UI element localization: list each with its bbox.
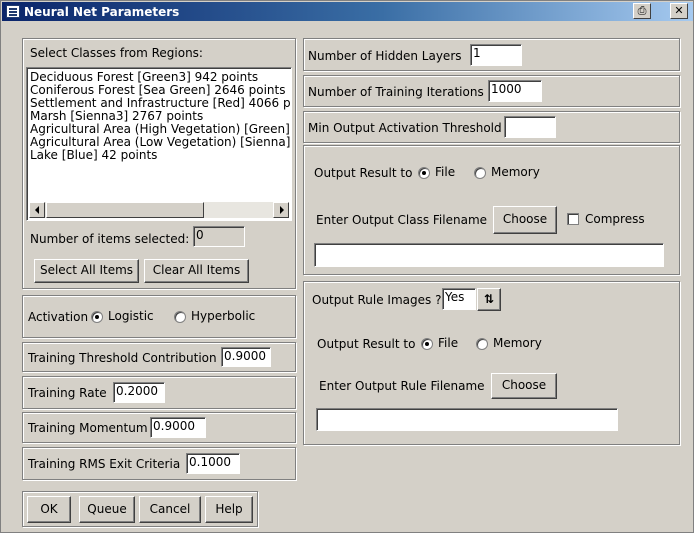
scroll-right-button[interactable] [273, 202, 289, 218]
output-rule-file-radio[interactable] [421, 338, 433, 350]
print-icon[interactable]: ⎙ [633, 3, 651, 19]
activation-hyperbolic-label[interactable]: Hyperbolic [191, 309, 255, 323]
rms-exit-label: Training RMS Exit Criteria [28, 457, 181, 471]
output-class-to-label: Output Result to [314, 166, 413, 180]
help-button[interactable]: Help [205, 496, 253, 523]
output-rule-memory-label[interactable]: Memory [493, 336, 542, 350]
items-selected-label: Number of items selected: [30, 232, 190, 246]
classes-heading: Select Classes from Regions: [30, 46, 203, 60]
min-activation-input[interactable] [504, 116, 556, 138]
output-class-memory-label[interactable]: Memory [491, 165, 540, 179]
training-iterations-input[interactable]: 1000 [488, 80, 542, 102]
training-momentum-input[interactable]: 0.9000 [150, 417, 206, 438]
training-rate-group: Training Rate 0.2000 [22, 376, 296, 409]
queue-button[interactable]: Queue [79, 496, 135, 523]
classes-listbox[interactable]: Deciduous Forest [Green3] 942 points Con… [26, 67, 292, 221]
list-horizontal-scrollbar[interactable] [29, 202, 289, 218]
rule-images-label: Output Rule Images ? [312, 293, 442, 307]
activation-logistic-label[interactable]: Logistic [108, 309, 154, 323]
training-rate-label: Training Rate [28, 386, 107, 400]
hidden-layers-group: Number of Hidden Layers 1 [303, 38, 680, 71]
arrow-right-icon [280, 206, 284, 214]
training-momentum-label: Training Momentum [28, 421, 148, 435]
footer-button-bar: OK Queue Cancel Help [22, 491, 258, 527]
output-rule-group: Output Rule Images ? Yes ⇅ Output Result… [303, 281, 680, 445]
output-rule-choose-button[interactable]: Choose [491, 373, 557, 399]
training-rate-input[interactable]: 0.2000 [113, 382, 165, 403]
close-icon[interactable]: ✕ [670, 3, 688, 19]
title-bar[interactable]: Neural Net Parameters ⎙ ✕ [2, 2, 693, 21]
scroll-left-button[interactable] [29, 202, 45, 218]
min-activation-group: Min Output Activation Threshold [303, 111, 680, 143]
output-rule-memory-radio[interactable] [476, 338, 488, 350]
output-rule-to-label: Output Result to [317, 337, 416, 351]
hidden-layers-label: Number of Hidden Layers [308, 49, 462, 63]
threshold-contribution-input[interactable]: 0.9000 [221, 347, 271, 367]
output-class-choose-button[interactable]: Choose [493, 206, 557, 234]
classes-group: Select Classes from Regions: Deciduous F… [22, 38, 296, 289]
app-icon [6, 5, 20, 18]
rms-exit-group: Training RMS Exit Criteria 0.1000 [22, 447, 296, 480]
cancel-button[interactable]: Cancel [139, 496, 201, 523]
rms-exit-input[interactable]: 0.1000 [186, 453, 240, 474]
output-class-file-label[interactable]: File [435, 165, 455, 179]
output-rule-filename-label: Enter Output Rule Filename [319, 379, 485, 393]
output-class-file-radio[interactable] [418, 167, 430, 179]
training-momentum-group: Training Momentum 0.9000 [22, 412, 296, 443]
compress-label[interactable]: Compress [585, 212, 645, 226]
output-rule-filename-input[interactable] [316, 408, 618, 431]
output-rule-file-label[interactable]: File [438, 336, 458, 350]
output-class-group: Output Result to File Memory Enter Outpu… [303, 145, 680, 275]
clear-all-button[interactable]: Clear All Items [144, 259, 249, 283]
window-title: Neural Net Parameters [24, 5, 180, 19]
min-activation-label: Min Output Activation Threshold [308, 121, 502, 135]
dialog-window: Neural Net Parameters ⎙ ✕ Select Classes… [0, 0, 694, 533]
activation-group: Activation Logistic Hyperbolic [22, 295, 296, 338]
ok-button[interactable]: OK [27, 496, 71, 523]
training-iterations-label: Number of Training Iterations [308, 85, 484, 99]
list-item[interactable]: Lake [Blue] 42 points [30, 149, 157, 162]
compress-checkbox[interactable] [567, 213, 579, 225]
select-all-button[interactable]: Select All Items [34, 259, 139, 283]
training-iterations-group: Number of Training Iterations 1000 [303, 75, 680, 107]
activation-logistic-radio[interactable] [91, 311, 103, 323]
hidden-layers-input[interactable]: 1 [470, 44, 522, 66]
items-selected-field: 0 [193, 226, 245, 247]
activation-hyperbolic-radio[interactable] [174, 311, 186, 323]
scroll-thumb[interactable] [46, 202, 204, 218]
activation-label: Activation [28, 310, 89, 324]
output-class-filename-label: Enter Output Class Filename [316, 213, 488, 227]
toggle-arrows-icon[interactable]: ⇅ [477, 288, 501, 311]
threshold-contribution-group: Training Threshold Contribution 0.9000 [22, 342, 296, 372]
output-class-memory-radio[interactable] [474, 167, 486, 179]
threshold-contribution-label: Training Threshold Contribution [28, 351, 217, 365]
output-class-filename-input[interactable] [314, 243, 664, 267]
arrow-left-icon [35, 206, 39, 214]
rule-images-value: Yes [442, 288, 476, 310]
